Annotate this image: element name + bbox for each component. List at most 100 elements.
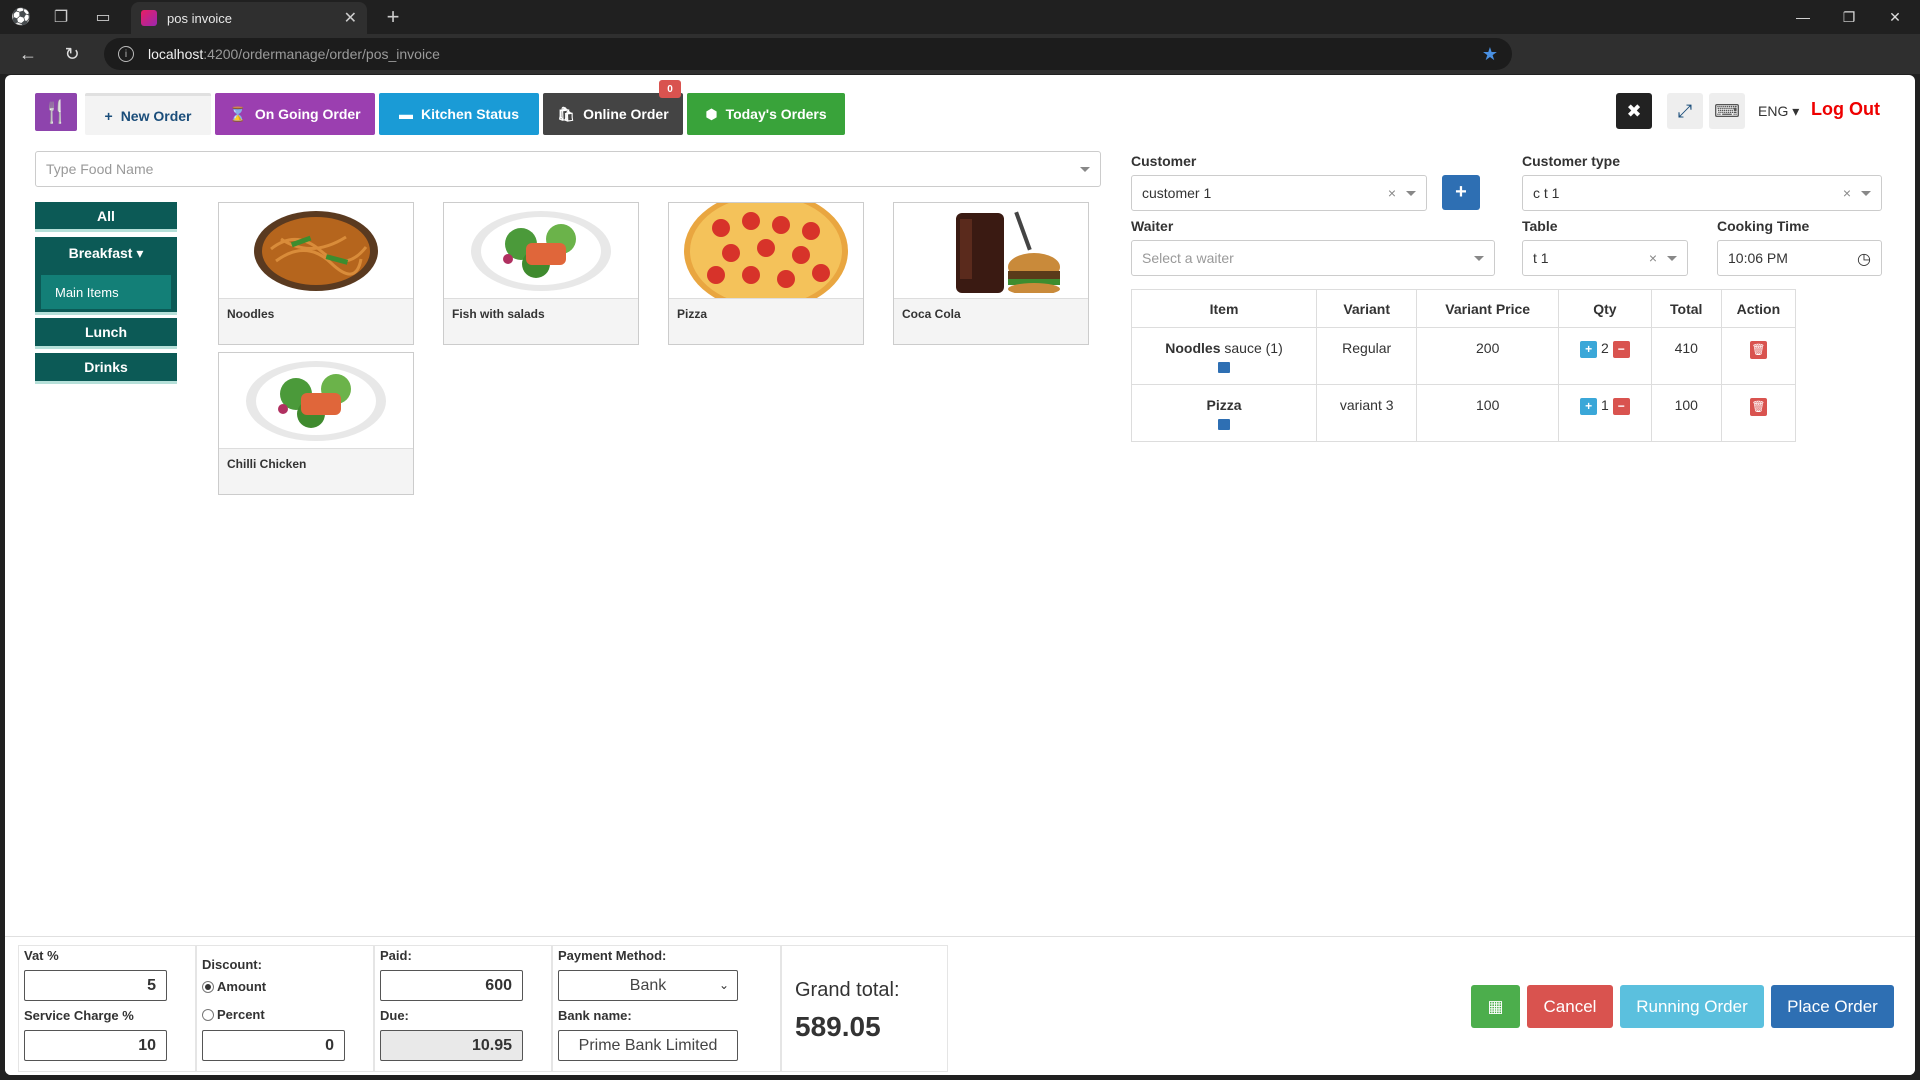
food-card-noodles[interactable]: Noodles (218, 202, 414, 345)
column-header: Variant Price (1416, 289, 1560, 328)
subcategory-main-items[interactable]: Main Items (41, 275, 171, 309)
paid-due-cell: Paid: 600 Due: 10.95 (374, 945, 552, 1072)
category-drinks[interactable]: Drinks (35, 353, 177, 384)
tab-title: pos invoice (167, 10, 233, 26)
waiter-select[interactable]: Select a waiter (1131, 240, 1495, 276)
category-lunch[interactable]: Lunch (35, 318, 177, 349)
cooking-time-input[interactable]: 10:06 PM ◷ (1717, 240, 1882, 276)
customer-type-value: c t 1 (1533, 185, 1560, 201)
customer-label: Customer (1131, 153, 1197, 169)
food-search-placeholder: Type Food Name (46, 161, 154, 177)
service-charge-input[interactable]: 10 (24, 1030, 167, 1061)
todays-orders-button[interactable]: ⬢ Today's Orders (687, 93, 845, 135)
address-bar[interactable]: i localhost:4200/ordermanage/order/pos_i… (104, 38, 1512, 70)
category-all[interactable]: All (35, 202, 177, 232)
kitchen-status-button[interactable]: ▬ Kitchen Status (379, 93, 539, 135)
window-close-icon[interactable]: ✕ (1872, 0, 1918, 34)
table-value: t 1 (1533, 250, 1549, 266)
url-host: localhost (148, 46, 204, 62)
discount-amount-label: Amount (217, 979, 267, 994)
logout-link[interactable]: Log Out (1811, 99, 1880, 120)
column-header: Variant (1316, 289, 1418, 328)
food-card-fish-with-salads[interactable]: Fish with salads (443, 202, 639, 345)
payment-method-select[interactable]: Bank ⌄ (558, 970, 738, 1001)
note-icon[interactable] (1218, 419, 1231, 430)
plus-icon: + (104, 107, 113, 124)
discount-input[interactable]: 0 (202, 1030, 345, 1061)
table-row: Pizza variant 3 100 + 1 − 100 🗑 (1130, 384, 1797, 442)
trash-icon[interactable]: 🗑 (1749, 341, 1767, 359)
minimize-icon[interactable]: — (1780, 0, 1826, 34)
qty-plus-icon[interactable]: + (1580, 397, 1598, 415)
radio-unchecked-icon (202, 1008, 214, 1021)
add-customer-button[interactable]: + (1442, 175, 1480, 210)
customer-type-select[interactable]: c t 1 × (1522, 175, 1882, 211)
qty-cell: + 2 − (1558, 327, 1652, 385)
qty-minus-icon[interactable]: − (1612, 397, 1630, 415)
clear-icon[interactable]: × (1388, 185, 1396, 201)
food-card-coca-cola[interactable]: Coca Cola (893, 202, 1089, 345)
restore-icon[interactable]: ❐ (1826, 0, 1872, 34)
customer-select[interactable]: customer 1 × (1131, 175, 1427, 211)
food-card-chilli-chicken[interactable]: Chilli Chicken (218, 352, 414, 495)
qty-minus-icon[interactable]: − (1612, 340, 1630, 358)
trash-icon[interactable]: 🗑 (1749, 398, 1767, 416)
table-label: Table (1522, 218, 1558, 234)
new-order-button[interactable]: + New Order (85, 93, 211, 135)
place-order-button[interactable]: Place Order (1771, 985, 1894, 1028)
customer-type-label: Customer type (1522, 153, 1621, 169)
browser-profile-icon[interactable]: ⚽ (4, 0, 38, 34)
qty-plus-icon[interactable]: + (1580, 340, 1598, 358)
qty-value: 1 (1601, 397, 1609, 413)
due-label: Due: (380, 1008, 409, 1023)
food-card-pizza[interactable]: Pizza (668, 202, 864, 345)
tab-close-icon[interactable]: ✕ (344, 8, 357, 28)
favorite-star-icon[interactable]: ★ (1482, 44, 1498, 65)
browser-tab-active[interactable]: pos invoice ✕ (131, 2, 367, 34)
item-cell: Pizza (1130, 384, 1318, 442)
new-tab-icon[interactable]: + (380, 4, 406, 30)
item-name: Pizza (1206, 397, 1242, 413)
running-order-button[interactable]: Running Order (1620, 985, 1764, 1028)
kitchen-status-label: Kitchen Status (420, 106, 519, 122)
action-cell: 🗑 (1720, 327, 1797, 385)
food-name: Chilli Chicken (227, 457, 307, 471)
refresh-icon[interactable]: ↻ (52, 34, 92, 74)
cube-icon: ⬢ (705, 105, 718, 122)
discount-amount-radio[interactable]: Amount (202, 979, 266, 994)
back-icon[interactable]: ← (8, 34, 48, 74)
customer-value: customer 1 (1142, 185, 1212, 201)
site-info-icon[interactable]: i (118, 46, 134, 62)
ongoing-order-button[interactable]: ⌛ On Going Order (215, 93, 375, 135)
tab-actions-icon[interactable]: ▭ (86, 0, 120, 34)
calculator-button[interactable]: ▦ (1471, 985, 1520, 1028)
online-order-button[interactable]: 🛍 Online Order (543, 93, 683, 135)
cancel-button[interactable]: Cancel (1527, 985, 1613, 1028)
restaurant-logo-icon[interactable]: 🍴 (35, 93, 77, 131)
grand-total-label: Grand total: (795, 979, 900, 1001)
clear-icon[interactable]: × (1649, 250, 1657, 266)
column-header: Item (1130, 289, 1318, 328)
discount-label: Discount: (202, 957, 262, 972)
order-table: Item Variant Variant Price Qty Total Act… (1130, 289, 1797, 442)
keyboard-icon[interactable]: ⌨ (1709, 93, 1745, 129)
vat-input[interactable]: 5 (24, 970, 167, 1001)
total-cell: 410 (1650, 327, 1722, 385)
discount-percent-radio[interactable]: Percent (202, 1007, 265, 1022)
table-select[interactable]: t 1 × (1522, 240, 1688, 276)
close-panel-icon[interactable]: ✖ (1616, 93, 1652, 129)
salad-image (444, 203, 638, 299)
note-icon[interactable] (1218, 362, 1231, 373)
fullscreen-icon[interactable]: ⤢ (1667, 93, 1703, 129)
bank-name-input[interactable]: Prime Bank Limited (558, 1030, 738, 1061)
clear-icon[interactable]: × (1843, 185, 1851, 201)
food-search-input[interactable]: Type Food Name (35, 151, 1101, 187)
order-table-header: Item Variant Variant Price Qty Total Act… (1130, 289, 1797, 328)
paid-input[interactable]: 600 (380, 970, 523, 1001)
new-order-label: New Order (120, 107, 192, 124)
clock-icon[interactable]: ◷ (1857, 249, 1871, 269)
bank-name-label: Bank name: (558, 1008, 632, 1023)
language-dropdown[interactable]: ENG ▾ (1758, 103, 1799, 120)
food-name: Fish with salads (452, 307, 545, 321)
workspaces-icon[interactable]: ❐ (44, 0, 78, 34)
